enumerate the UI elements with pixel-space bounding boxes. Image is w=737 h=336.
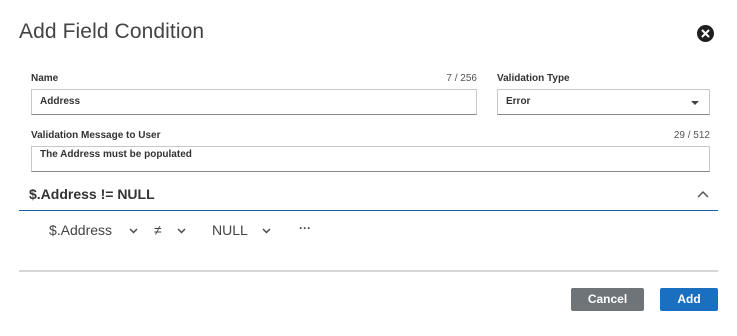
validation-type-value: Error xyxy=(506,96,531,107)
message-input[interactable]: The Address must be populated xyxy=(31,146,710,172)
condition-operator-value[interactable]: ≠ xyxy=(154,222,162,238)
add-button[interactable]: Add xyxy=(660,288,718,311)
name-char-counter: 7 / 256 xyxy=(446,73,477,84)
validation-type-select[interactable]: Error xyxy=(497,89,710,115)
dialog-title: Add Field Condition xyxy=(19,20,205,43)
condition-expression: $.Address != NULL xyxy=(29,186,155,202)
condition-value[interactable]: NULL xyxy=(212,222,248,238)
close-icon[interactable] xyxy=(697,25,714,42)
footer-divider xyxy=(19,270,718,272)
name-input[interactable]: Address xyxy=(31,89,477,115)
condition-section-header[interactable]: $.Address != NULL xyxy=(19,181,718,211)
name-label: Name xyxy=(31,73,59,84)
message-label: Validation Message to User xyxy=(31,130,161,141)
cancel-button[interactable]: Cancel xyxy=(571,288,644,311)
caret-down-icon xyxy=(691,101,699,105)
value-dropdown-chevron-icon[interactable] xyxy=(262,228,271,234)
condition-field-value[interactable]: $.Address xyxy=(49,222,112,238)
operator-dropdown-chevron-icon[interactable] xyxy=(177,228,186,234)
message-char-counter: 29 / 512 xyxy=(673,130,710,141)
add-field-condition-dialog: Add Field Condition Name 7 / 256 Address… xyxy=(0,0,737,336)
more-options-icon[interactable]: ··· xyxy=(299,221,311,235)
field-dropdown-chevron-icon[interactable] xyxy=(129,228,138,234)
validation-type-label: Validation Type xyxy=(497,73,570,84)
chevron-up-icon[interactable] xyxy=(697,190,709,198)
